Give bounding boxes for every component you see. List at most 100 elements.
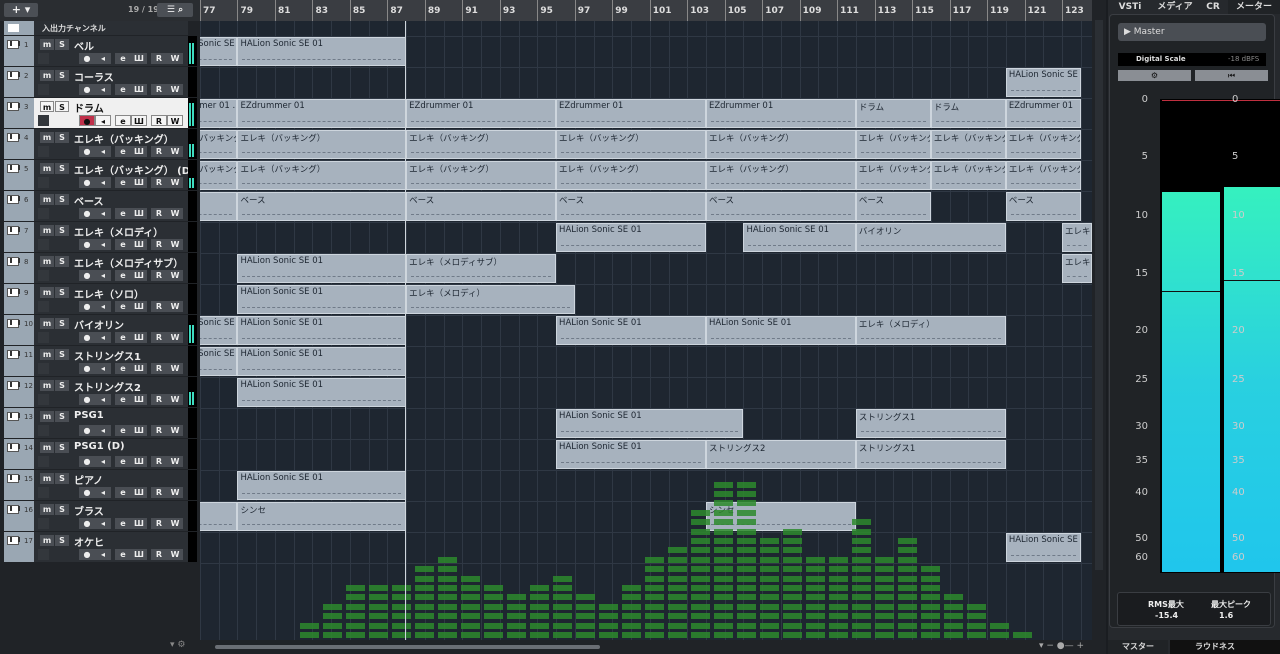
- digital-scale-row[interactable]: Digital Scale -18 dBFS: [1118, 53, 1266, 66]
- midi-part[interactable]: エレキ（バッキング）: [556, 161, 706, 190]
- midi-part[interactable]: ストリングス1: [855, 440, 1006, 469]
- record-button[interactable]: ●: [79, 239, 95, 250]
- write-button[interactable]: W: [167, 549, 183, 560]
- solo-button[interactable]: S: [55, 473, 69, 484]
- tab-media[interactable]: メディア: [1152, 0, 1198, 14]
- inserts-button[interactable]: Ш: [131, 301, 147, 312]
- monitor-button[interactable]: ◂: [95, 208, 111, 219]
- edit-button[interactable]: e: [115, 146, 131, 157]
- midi-part[interactable]: バイオリン: [855, 223, 1006, 252]
- read-button[interactable]: R: [151, 53, 167, 64]
- track-header[interactable]: 10 m S バイオリン ● ◂ e Ш R W: [4, 315, 188, 345]
- meter-settings-button[interactable]: ⚙: [1118, 70, 1191, 81]
- midi-part[interactable]: エレキ（バッキング）: [705, 161, 856, 190]
- monitor-button[interactable]: ◂: [95, 53, 111, 64]
- midi-part[interactable]: EZdrummer 01 ...: [200, 99, 238, 128]
- inserts-button[interactable]: Ш: [131, 425, 147, 436]
- mute-button[interactable]: m: [40, 380, 54, 391]
- tab-meter[interactable]: メーター: [1228, 0, 1280, 14]
- midi-part[interactable]: EZdrummer 01: [1005, 99, 1081, 128]
- read-button[interactable]: R: [151, 115, 167, 126]
- midi-part[interactable]: EZdrummer 01: [705, 99, 856, 128]
- edit-button[interactable]: e: [115, 53, 131, 64]
- monitor-button[interactable]: ◂: [95, 456, 111, 467]
- midi-part[interactable]: エレキ（メロディ）: [855, 316, 1006, 345]
- mute-button[interactable]: m: [40, 442, 54, 453]
- midi-part[interactable]: ベース: [705, 192, 856, 221]
- write-button[interactable]: W: [167, 394, 183, 405]
- solo-button[interactable]: S: [55, 101, 69, 112]
- track-header[interactable]: 9 m S エレキ（ソロ） ● ◂ e Ш R W: [4, 284, 188, 314]
- midi-part[interactable]: エレキ（バッキング）: [406, 161, 557, 190]
- read-button[interactable]: R: [151, 239, 167, 250]
- mute-button[interactable]: m: [40, 411, 54, 422]
- midi-part[interactable]: EZdrummer 01: [237, 99, 407, 128]
- record-button[interactable]: ●: [79, 549, 95, 560]
- midi-part[interactable]: ドラム: [855, 99, 931, 128]
- track-header[interactable]: 3 m S ドラム ● ◂ e Ш R W: [4, 98, 188, 128]
- solo-button[interactable]: S: [55, 194, 69, 205]
- mute-button[interactable]: m: [40, 225, 54, 236]
- edit-button[interactable]: e: [115, 549, 131, 560]
- track-header[interactable]: 2 m S コーラス ● ◂ e Ш R W: [4, 67, 188, 97]
- record-button[interactable]: ●: [79, 84, 95, 95]
- ruler[interactable]: 77 79 81 83 85 87 89 91 93 95 97 99 101 103 105 107 109 1…: [200, 0, 1092, 21]
- mute-button[interactable]: m: [40, 39, 54, 50]
- solo-button[interactable]: S: [55, 442, 69, 453]
- midi-part[interactable]: EZdrummer 01: [556, 99, 706, 128]
- track-header[interactable]: 7 m S エレキ（メロディ） ● ◂ e Ш R W: [4, 222, 188, 252]
- midi-part[interactable]: エレキ（バッキング）: [930, 161, 1006, 190]
- read-button[interactable]: R: [151, 518, 167, 529]
- read-button[interactable]: R: [151, 177, 167, 188]
- record-button[interactable]: ●: [79, 208, 95, 219]
- edit-button[interactable]: e: [115, 456, 131, 467]
- edit-button[interactable]: e: [115, 177, 131, 188]
- monitor-button[interactable]: ◂: [95, 363, 111, 374]
- midi-part[interactable]: HALion Sonic SE 01: [556, 316, 706, 345]
- track-header[interactable]: 4 m S エレキ（バッキング） ● ◂ e Ш R W: [4, 129, 188, 159]
- midi-part[interactable]: エレキ（バッキング）: [1005, 161, 1081, 190]
- midi-part[interactable]: エレキ（バッキング）: [1005, 130, 1081, 159]
- midi-part[interactable]: エレキ（バッキング）: [200, 130, 238, 159]
- monitor-button[interactable]: ◂: [95, 270, 111, 281]
- vertical-scrollbar[interactable]: [1092, 0, 1106, 654]
- write-button[interactable]: W: [167, 518, 183, 529]
- midi-part[interactable]: HALion Sonic SE 01: [237, 316, 407, 345]
- solo-button[interactable]: S: [55, 380, 69, 391]
- inserts-button[interactable]: Ш: [131, 208, 147, 219]
- track-header[interactable]: 13 m S PSG1 ● ◂ e Ш R W: [4, 408, 188, 438]
- monitor-button[interactable]: ◂: [95, 425, 111, 436]
- playhead-cursor[interactable]: [405, 21, 407, 640]
- read-button[interactable]: R: [151, 487, 167, 498]
- midi-part[interactable]: エレキ（バッキング）: [855, 161, 931, 190]
- read-button[interactable]: R: [151, 456, 167, 467]
- inserts-button[interactable]: Ш: [131, 270, 147, 281]
- solo-button[interactable]: S: [55, 70, 69, 81]
- midi-part[interactable]: エレキ（バッキング）: [200, 161, 238, 190]
- midi-part[interactable]: HALion Sonic SE 01: [237, 285, 407, 314]
- solo-button[interactable]: S: [55, 535, 69, 546]
- midi-part[interactable]: ベース: [855, 192, 931, 221]
- midi-part[interactable]: ストリングス2: [705, 440, 856, 469]
- track-header[interactable]: 16 m S ブラス ● ◂ e Ш R W: [4, 501, 188, 531]
- list-icon[interactable]: ☰: [167, 5, 175, 15]
- midi-part[interactable]: エレキ（: [1062, 223, 1092, 252]
- midi-part[interactable]: ドラム: [930, 99, 1006, 128]
- mute-button[interactable]: m: [40, 535, 54, 546]
- monitor-button[interactable]: ◂: [95, 84, 111, 95]
- solo-button[interactable]: S: [55, 349, 69, 360]
- scroll-thumb[interactable]: [215, 645, 600, 649]
- solo-button[interactable]: S: [55, 163, 69, 174]
- track-header[interactable]: 5 m S エレキ（バッキング） (D) ● ◂ e Ш R W: [4, 160, 195, 190]
- record-button[interactable]: ●: [79, 363, 95, 374]
- inserts-button[interactable]: Ш: [131, 177, 147, 188]
- read-button[interactable]: R: [151, 84, 167, 95]
- edit-button[interactable]: e: [115, 332, 131, 343]
- edit-button[interactable]: e: [115, 518, 131, 529]
- write-button[interactable]: W: [167, 115, 183, 126]
- record-button[interactable]: ●: [79, 487, 95, 498]
- write-button[interactable]: W: [167, 84, 183, 95]
- read-button[interactable]: R: [151, 549, 167, 560]
- mute-button[interactable]: m: [40, 194, 54, 205]
- solo-button[interactable]: S: [55, 225, 69, 236]
